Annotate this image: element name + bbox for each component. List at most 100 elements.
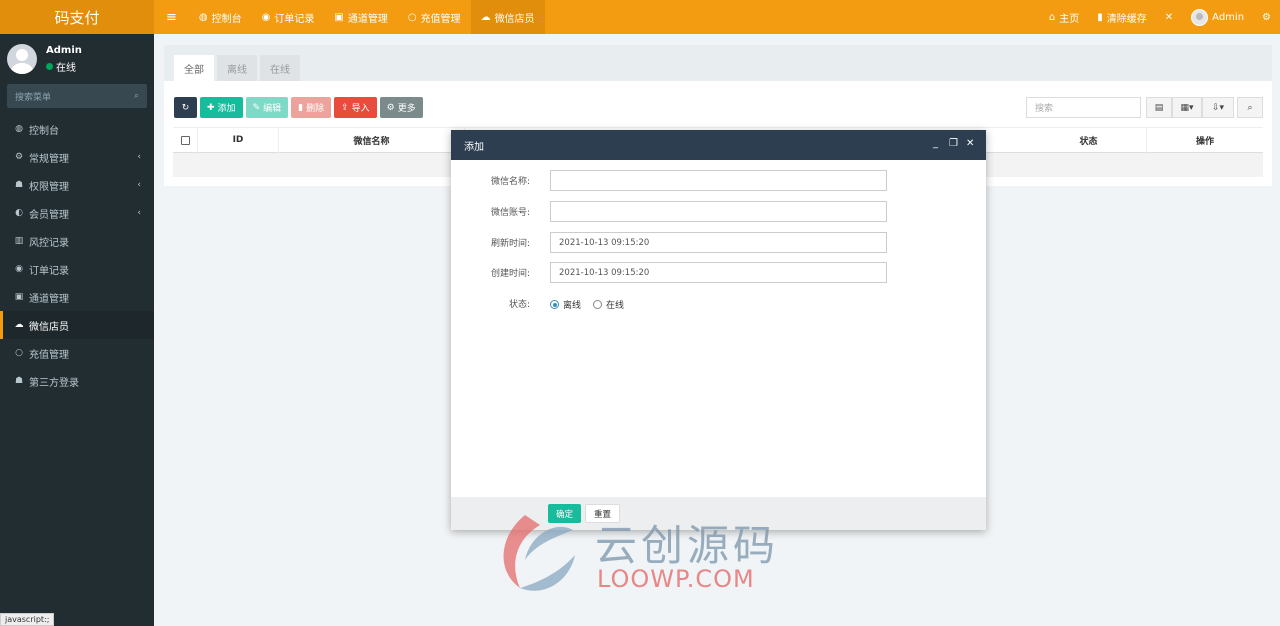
sidebar-toggle-button[interactable]: ≡ [154,0,189,34]
menu-search-input[interactable]: 搜索菜单 ⌕ [7,84,147,108]
browser-status-bar: javascript:; [0,613,55,626]
home-link[interactable]: ⌂ 主页 [1040,0,1088,34]
add-dialog: 添加 _ ❐ ✕ 微信名称: 微信账号: 刷新时间: 2021-10-13 09… [451,130,986,530]
dashboard-icon: ◍ [15,124,23,134]
status-offline-radio[interactable] [550,300,559,309]
cogs-icon: ⚙ [14,152,24,162]
chevron-left-icon: ‹ [137,152,141,162]
select-all-cell [173,127,198,153]
close-icon[interactable]: ✕ [966,138,974,149]
form-row-status: 状态: 离线 在线 [451,293,986,314]
refresh-button[interactable]: ↻ [174,97,197,118]
sidebar-item-members[interactable]: ◐ 会员管理 ‹ [0,199,154,227]
cogs-icon: ⚙ [1262,11,1271,23]
import-button[interactable]: ⇪ 导入 [334,97,377,118]
sidebar-item-general[interactable]: ⚙ 常规管理 ‹ [0,143,154,171]
sidebar-menu: ◍ 控制台 ⚙ 常规管理 ‹ ☗ 权限管理 ‹ ◐ 会员管理 ‹ ▥ 风控记录 ◉ 订单记录 ▣ 通… [0,115,154,395]
status-radio-group: 离线 在线 [550,298,624,311]
fullscreen-icon: ✕ [1164,11,1174,23]
sidebar-item-orders[interactable]: ◉ 订单记录 [0,255,154,283]
circle-icon: ○ [15,348,23,358]
grid-icon: ▦▾ [1180,102,1194,113]
maximize-icon[interactable]: ❐ [949,138,958,149]
cog-icon: ⚙ [386,102,395,113]
user-menu[interactable]: Admin [1182,0,1253,34]
field-label: 刷新时间: [490,239,530,249]
column-header-id[interactable]: ID [198,127,279,153]
table-search-input[interactable]: 搜索 [1026,97,1141,118]
sidebar-item-recharge[interactable]: ○ 充值管理 [0,339,154,367]
column-header-actions: 操作 [1195,136,1214,147]
sidebar-item-channels[interactable]: ▣ 通道管理 [0,283,154,311]
settings-button[interactable]: ⚙ [1253,0,1280,34]
dialog-header: 添加 _ ❐ ✕ [451,130,986,160]
form-row-wechat-name: 微信名称: [451,170,986,191]
pencil-icon: ✎ [252,102,261,113]
app-logo[interactable]: 码支付 [0,0,154,34]
export-button[interactable]: ⇩▾ [1202,97,1234,118]
watermark-logo-icon [503,515,575,591]
topnav-item-wechat[interactable]: ☁ 微信店员 [470,0,545,34]
top-nav: ≡ ◍ 控制台 ◉ 订单记录 ▣ 通道管理 ○ 充值管理 ☁ 微信店员 [154,0,545,34]
sidebar-item-auth[interactable]: ☗ 权限管理 ‹ [0,171,154,199]
wechat-name-input[interactable] [550,170,887,191]
top-right-menu: ⌂ 主页 ▮ 清除缓存 ✕ Admin ⚙ [1040,0,1280,34]
user-panel: Admin 在线 [0,34,154,84]
watermark: 云创源码 LOOWP.COM [495,510,795,595]
create-time-input[interactable]: 2021-10-13 09:15:20 [550,262,887,283]
clear-cache-button[interactable]: ▮ 清除缓存 [1088,0,1156,34]
status-online-radio[interactable] [593,300,603,309]
sidebar-item-wechat[interactable]: ☁ 微信店员 [0,311,154,339]
form-row-refresh-time: 刷新时间: 2021-10-13 09:15:20 [451,232,986,253]
wechat-icon: ☁ [480,11,491,23]
topnav-item-recharge[interactable]: ○ 充值管理 [398,0,471,34]
sidebar-item-dashboard[interactable]: ◍ 控制台 [0,115,154,143]
field-label: 状态: [508,300,530,310]
column-header-name[interactable]: 微信名称 [279,127,465,153]
sidebar-item-third-party[interactable]: ☗ 第三方登录 [0,367,154,395]
order-icon: ◉ [261,11,271,23]
add-button[interactable]: ✚ 添加 [200,97,243,118]
topnav-item-channels[interactable]: ▣ 通道管理 [324,0,397,34]
fullscreen-button[interactable]: ✕ [1156,0,1182,34]
user-status: 在线 [46,59,82,74]
tab-offline[interactable]: 离线 [217,55,257,81]
topnav-item-dashboard[interactable]: ◍ 控制台 [189,0,252,34]
tab-online[interactable]: 在线 [260,55,300,81]
refresh-time-input[interactable]: 2021-10-13 09:15:20 [550,232,887,253]
table-toolbar: ↻ ✚ 添加 ✎ 编辑 ▮ 删除 ⇪ 导入 ⚙ 更多 [174,97,423,118]
tab-all[interactable]: 全部 [174,55,214,81]
trash-icon: ▮ [1097,11,1103,23]
columns-button[interactable]: ▦▾ [1172,97,1202,118]
delete-button[interactable]: ▮ 删除 [291,97,332,118]
field-label: 微信名称: [490,177,530,187]
search-button[interactable]: ⌕ [1237,97,1263,118]
form-row-create-time: 创建时间: 2021-10-13 09:15:20 [451,262,986,283]
topnav-item-orders[interactable]: ◉ 订单记录 [252,0,325,34]
sidebar: Admin 在线 搜索菜单 ⌕ ◍ 控制台 ⚙ 常规管理 ‹ ☗ 权限管理 ‹ ◐ 会员管理… [0,34,154,626]
avatar [7,44,37,74]
hamburger-icon: ≡ [166,9,177,25]
wechat-account-input[interactable] [550,201,887,222]
search-icon[interactable]: ⌕ [134,91,139,101]
dialog-title: 添加 [464,141,484,153]
toggle-view-button[interactable]: ▤ [1146,97,1172,118]
online-dot-icon [46,62,53,70]
column-header-status[interactable]: 状态 [1031,127,1147,153]
minimize-icon[interactable]: _ [933,138,938,149]
radio-label[interactable]: 在线 [606,298,624,311]
order-icon: ◉ [15,264,23,274]
group-icon: ☗ [14,180,24,190]
map-icon: ▥ [14,236,24,246]
radio-label[interactable]: 离线 [563,298,581,311]
edit-button[interactable]: ✎ 编辑 [245,97,289,118]
more-button[interactable]: ⚙ 更多 [379,97,423,118]
chevron-left-icon: ‹ [137,208,141,218]
select-all-checkbox[interactable] [180,135,190,145]
avatar [1191,8,1209,26]
sidebar-item-risk[interactable]: ▥ 风控记录 [0,227,154,255]
export-icon: ⇩▾ [1211,102,1225,113]
dashboard-icon: ◍ [198,11,208,23]
wechat-icon: ☁ [14,320,24,330]
group-icon: ☗ [14,376,24,386]
